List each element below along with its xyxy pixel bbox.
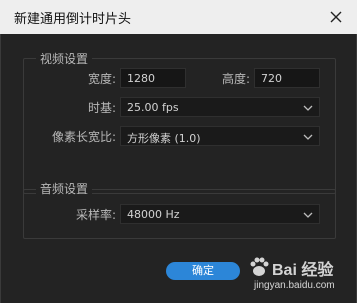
pixel-aspect-select[interactable]: 方形像素 (1.0) [120, 126, 320, 146]
sample-rate-select[interactable]: 48000 Hz [120, 204, 320, 224]
timebase-value: 25.00 fps [127, 101, 179, 114]
paw-icon [250, 257, 269, 276]
audio-settings-group: 音频设置 采样率: 48000 Hz [23, 180, 336, 239]
close-icon [330, 11, 342, 23]
pixel-aspect-label: 像素长宽比: [51, 130, 116, 144]
pixel-aspect-value: 方形像素 (1.0) [127, 132, 201, 145]
chevron-down-icon [303, 134, 313, 140]
watermark-url: jingyan.baidu.com [254, 280, 335, 291]
height-label: 高度: [221, 72, 250, 86]
chevron-down-icon [303, 105, 313, 111]
width-label: 宽度: [87, 72, 116, 86]
title-bar: 新建通用倒计时片头 [0, 0, 357, 34]
audio-settings-title: 音频设置 [36, 180, 93, 197]
height-field[interactable]: 720 [254, 68, 320, 88]
ok-button[interactable]: 确定 [166, 262, 240, 280]
sample-rate-label: 采样率: [75, 208, 116, 222]
video-settings-title: 视频设置 [36, 50, 93, 67]
window-title: 新建通用倒计时片头 [14, 12, 132, 27]
timebase-label: 时基: [87, 101, 116, 115]
width-field[interactable]: 1280 [120, 68, 186, 88]
close-button[interactable] [325, 6, 347, 28]
timebase-select[interactable]: 25.00 fps [120, 97, 320, 117]
watermark: Bai 经验 jingyan.baidu.com [248, 254, 356, 300]
sample-rate-value: 48000 Hz [127, 208, 180, 221]
video-settings-group: 视频设置 宽度: 1280 高度: 720 时基: 25.00 fps 像素长宽… [23, 50, 336, 194]
chevron-down-icon [303, 212, 313, 218]
watermark-brand: Bai 经验 [272, 262, 334, 279]
